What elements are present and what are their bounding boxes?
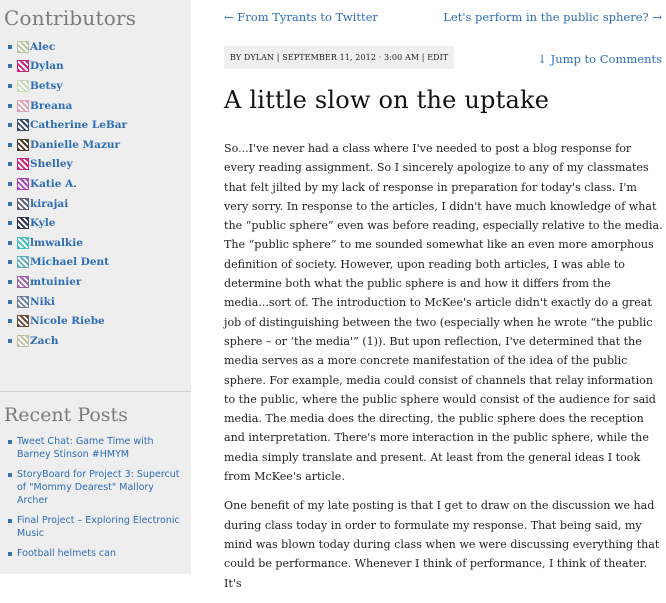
previous-post-link[interactable]: ← From Tyrants to Twitter: [224, 10, 378, 24]
avatar-icon[interactable]: [17, 334, 29, 347]
avatar-icon[interactable]: [17, 217, 29, 230]
avatar-icon[interactable]: [17, 79, 29, 92]
next-post-link[interactable]: Let's perform in the public sphere? →: [443, 10, 662, 24]
contributor-link[interactable]: Breana: [30, 100, 72, 112]
contributor-item: Breana: [0, 96, 191, 116]
contributor-link[interactable]: Dylan: [30, 60, 64, 72]
recent-posts-heading: Recent Posts: [4, 404, 128, 426]
contributor-link[interactable]: Kyle: [30, 217, 55, 229]
bullet-icon: [8, 181, 12, 186]
avatar-icon[interactable]: [17, 138, 29, 151]
contributor-item: Alec: [0, 37, 191, 57]
avatar-icon[interactable]: [17, 295, 29, 308]
contributor-item: Kyle: [0, 213, 191, 233]
recent-post-link[interactable]: Final Project – Exploring Electronic Mus…: [17, 514, 182, 540]
avatar-icon[interactable]: [17, 236, 29, 249]
post-title: A little slow on the uptake: [224, 86, 550, 114]
bullet-icon: [8, 240, 12, 245]
contributor-link[interactable]: Katie A.: [30, 178, 77, 190]
contributor-item: Catherine LeBar: [0, 115, 191, 135]
contributor-item: Nicole Riebe: [0, 311, 191, 331]
bullet-icon: [8, 299, 12, 304]
contributor-link[interactable]: Betsy: [30, 80, 62, 92]
contributor-item: Dylan: [0, 57, 191, 77]
contributor-item: Betsy: [0, 76, 191, 96]
contributor-item: lmwalkie: [0, 233, 191, 253]
recent-post-item: Tweet Chat: Game Time with Barney Stinso…: [0, 435, 191, 461]
bullet-icon: [8, 83, 12, 88]
jump-to-comments-link[interactable]: ↓ Jump to Comments: [537, 52, 662, 66]
recent-post-item: StoryBoard for Project 3: Supercut of "M…: [0, 468, 191, 507]
contributor-link[interactable]: Alec: [30, 41, 55, 53]
contributor-link[interactable]: Catherine LeBar: [30, 119, 127, 131]
contributor-item: Katie A.: [0, 174, 191, 194]
contributor-link[interactable]: Shelley: [30, 158, 73, 170]
post-paragraph: So...I've never had a class where I've n…: [224, 142, 663, 484]
contributor-item: Zach: [0, 331, 191, 351]
post-body: So...I've never had a class where I've n…: [224, 139, 664, 603]
avatar-icon[interactable]: [17, 119, 29, 132]
bullet-icon: [8, 338, 12, 343]
avatar-icon[interactable]: [17, 99, 29, 112]
contributor-link[interactable]: Danielle Mazur: [30, 139, 120, 151]
avatar-icon[interactable]: [17, 40, 29, 53]
post-meta: BY DYLAN | SEPTEMBER 11, 2012 · 3:00 AM …: [224, 46, 455, 69]
bullet-icon: [8, 123, 12, 128]
recent-post-link[interactable]: StoryBoard for Project 3: Supercut of "M…: [17, 468, 182, 507]
avatar-icon[interactable]: [17, 158, 29, 171]
bullet-icon: [8, 473, 12, 477]
contributors-heading: Contributors: [4, 6, 137, 30]
bullet-icon: [8, 279, 12, 284]
bullet-icon: [8, 162, 12, 167]
bullet-icon: [8, 519, 12, 523]
avatar-icon[interactable]: [17, 197, 29, 210]
bullet-icon: [8, 319, 12, 324]
bullet-icon: [8, 142, 12, 147]
avatar-icon[interactable]: [17, 275, 29, 288]
sidebar-divider: [0, 391, 191, 392]
bullet-icon: [8, 201, 12, 206]
contributor-item: Niki: [0, 292, 191, 312]
contributor-item: Danielle Mazur: [0, 135, 191, 155]
recent-post-link[interactable]: Tweet Chat: Game Time with Barney Stinso…: [17, 435, 182, 461]
recent-post-item: Final Project – Exploring Electronic Mus…: [0, 514, 191, 540]
contributor-link[interactable]: lmwalkie: [30, 237, 83, 249]
contributor-link[interactable]: Nicole Riebe: [30, 315, 105, 327]
contributor-link[interactable]: kirajai: [30, 198, 68, 210]
avatar-icon[interactable]: [17, 256, 29, 269]
contributor-item: kirajai: [0, 194, 191, 214]
contributor-link[interactable]: Niki: [30, 296, 55, 308]
contributor-item: mtuinier: [0, 272, 191, 292]
contributor-link[interactable]: Michael Dent: [30, 256, 109, 268]
avatar-icon[interactable]: [17, 60, 29, 73]
contributor-item: Shelley: [0, 155, 191, 175]
bullet-icon: [8, 103, 12, 108]
recent-post-item: Football helmets can: [0, 547, 191, 560]
contributor-link[interactable]: Zach: [30, 335, 59, 347]
avatar-icon[interactable]: [17, 315, 29, 328]
post-paragraph: One benefit of my late posting is that I…: [224, 499, 660, 590]
recent-post-link[interactable]: Football helmets can: [17, 547, 182, 560]
bullet-icon: [8, 221, 12, 226]
bullet-icon: [8, 440, 12, 444]
bullet-icon: [8, 552, 12, 556]
contributor-link[interactable]: mtuinier: [30, 276, 81, 288]
sidebar: Contributors Alec Dylan Betsy Breana Catheri…: [0, 0, 191, 574]
bullet-icon: [8, 44, 12, 49]
contributor-item: Michael Dent: [0, 253, 191, 273]
bullet-icon: [8, 260, 12, 265]
avatar-icon[interactable]: [17, 177, 29, 190]
bullet-icon: [8, 64, 12, 69]
recent-posts-list: Tweet Chat: Game Time with Barney Stinso…: [0, 435, 191, 567]
contributors-list: Alec Dylan Betsy Breana Catherine LeBar Danie…: [0, 37, 191, 351]
